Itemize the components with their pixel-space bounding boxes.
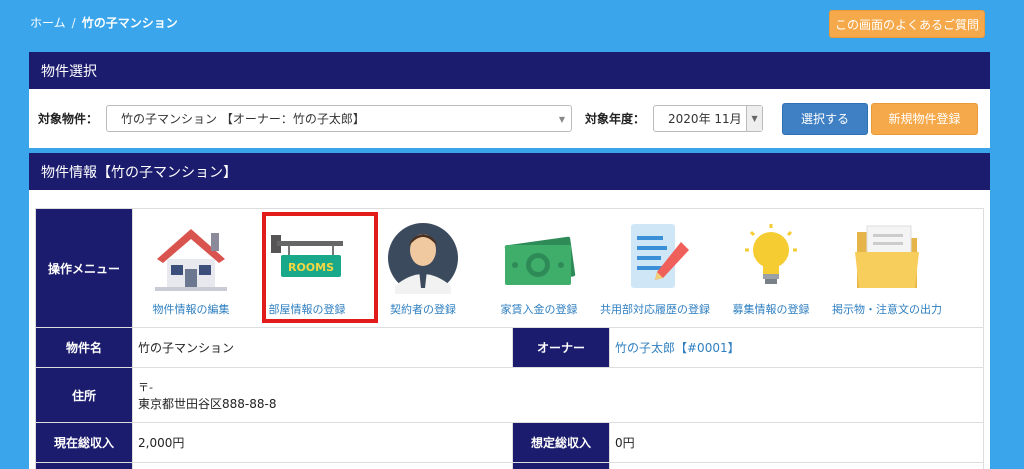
breadcrumb-home-link[interactable]: ホーム [30,14,66,31]
menu-item-label: 共用部対応履歴の登録 [600,302,710,316]
menu-item-label: 募集情報の登録 [732,302,810,316]
menu-item-register-recruitment[interactable]: 募集情報の登録 [713,210,829,317]
expected-income-header: 想定総収入 [512,422,610,463]
chevron-down-icon: ▼ [558,115,566,124]
menu-item-register-rent[interactable]: 家賃入金の登録 [481,210,597,317]
year-label: 対象年度： [585,112,646,126]
property-label: 対象物件： [38,112,99,126]
highlight-box [262,212,378,323]
owner-header: オーナー [512,327,610,368]
breadcrumb-separator: / [71,15,76,30]
next-row-value [132,462,513,469]
breadcrumb: ホーム / 竹の子マンション [30,14,178,31]
select-row: 対象物件： 竹の子マンション 【オーナー：竹の子太郎】 ▼ 対象年度： 2020… [29,89,990,148]
menu-item-label: 物件情報の編集 [152,302,230,316]
expected-income-value: 0円 [609,422,984,463]
property-name-value: 竹の子マンション [132,327,513,368]
menu-header: 操作メニュー [35,208,133,328]
breadcrumb-current: 竹の子マンション [81,16,178,30]
menu-item-label: 掲示物・注意文の出力 [832,302,942,316]
next-row-value-2 [609,462,984,469]
postal-code: 〒- [138,380,153,394]
menu-item-label: 契約者の登録 [390,302,456,316]
house-icon [151,222,231,294]
property-select[interactable]: 竹の子マンション 【オーナー：竹の子太郎】 ▼ [106,105,573,132]
property-info-table: 操作メニュー 物件情報の編集 ROOMS 部屋情報の登録 契約者の登録 家賃入金… [35,208,984,469]
owner-cell: 竹の子太郎【#0001】 [609,327,984,368]
next-row-header [35,462,133,469]
year-select-value: 2020年 11月 [668,112,742,126]
select-button[interactable]: 選択する [782,102,869,135]
money-icon [499,222,579,294]
panel-title: 物件選択 [29,52,990,89]
property-select-value: 竹の子マンション 【オーナー：竹の子太郎】 [121,112,365,126]
property-name-header: 物件名 [35,327,133,368]
new-property-button[interactable]: 新規物件登録 [871,102,979,135]
address-value: 東京都世田谷区888-88-8 [138,396,277,411]
year-select[interactable]: 2020年 11月 ▼ [653,105,764,132]
panel-title: 物件情報【竹の子マンション】 [29,153,990,190]
property-info-panel: 物件情報【竹の子マンション】 操作メニュー 物件情報の編集 ROOMS 部屋情報… [29,153,990,469]
person-icon [383,222,463,294]
property-select-panel: 物件選択 対象物件： 竹の子マンション 【オーナー：竹の子太郎】 ▼ 対象年度：… [29,52,990,148]
menu-item-register-common-area[interactable]: 共用部対応履歴の登録 [597,210,713,317]
faq-button[interactable]: この画面のよくあるご質問 [829,10,985,38]
document-pen-icon [615,222,695,294]
lightbulb-icon [731,222,811,294]
chevron-down-icon: ▼ [746,106,763,131]
owner-link[interactable]: 竹の子太郎【#0001】 [615,341,740,355]
menu-cell: 物件情報の編集 ROOMS 部屋情報の登録 契約者の登録 家賃入金の登録 共用部… [132,208,984,328]
address-cell: 〒- 東京都世田谷区888-88-8 [132,367,984,423]
address-header: 住所 [35,367,133,423]
menu-item-register-contractor[interactable]: 契約者の登録 [365,210,481,317]
folder-icon [847,222,927,294]
menu-item-edit-property[interactable]: 物件情報の編集 [133,210,249,317]
current-income-header: 現在総収入 [35,422,133,463]
current-income-value: 2,000円 [132,422,513,463]
menu-item-print-notices[interactable]: 掲示物・注意文の出力 [829,210,945,317]
menu-item-label: 家賃入金の登録 [500,302,578,316]
next-row-header-2 [512,462,610,469]
